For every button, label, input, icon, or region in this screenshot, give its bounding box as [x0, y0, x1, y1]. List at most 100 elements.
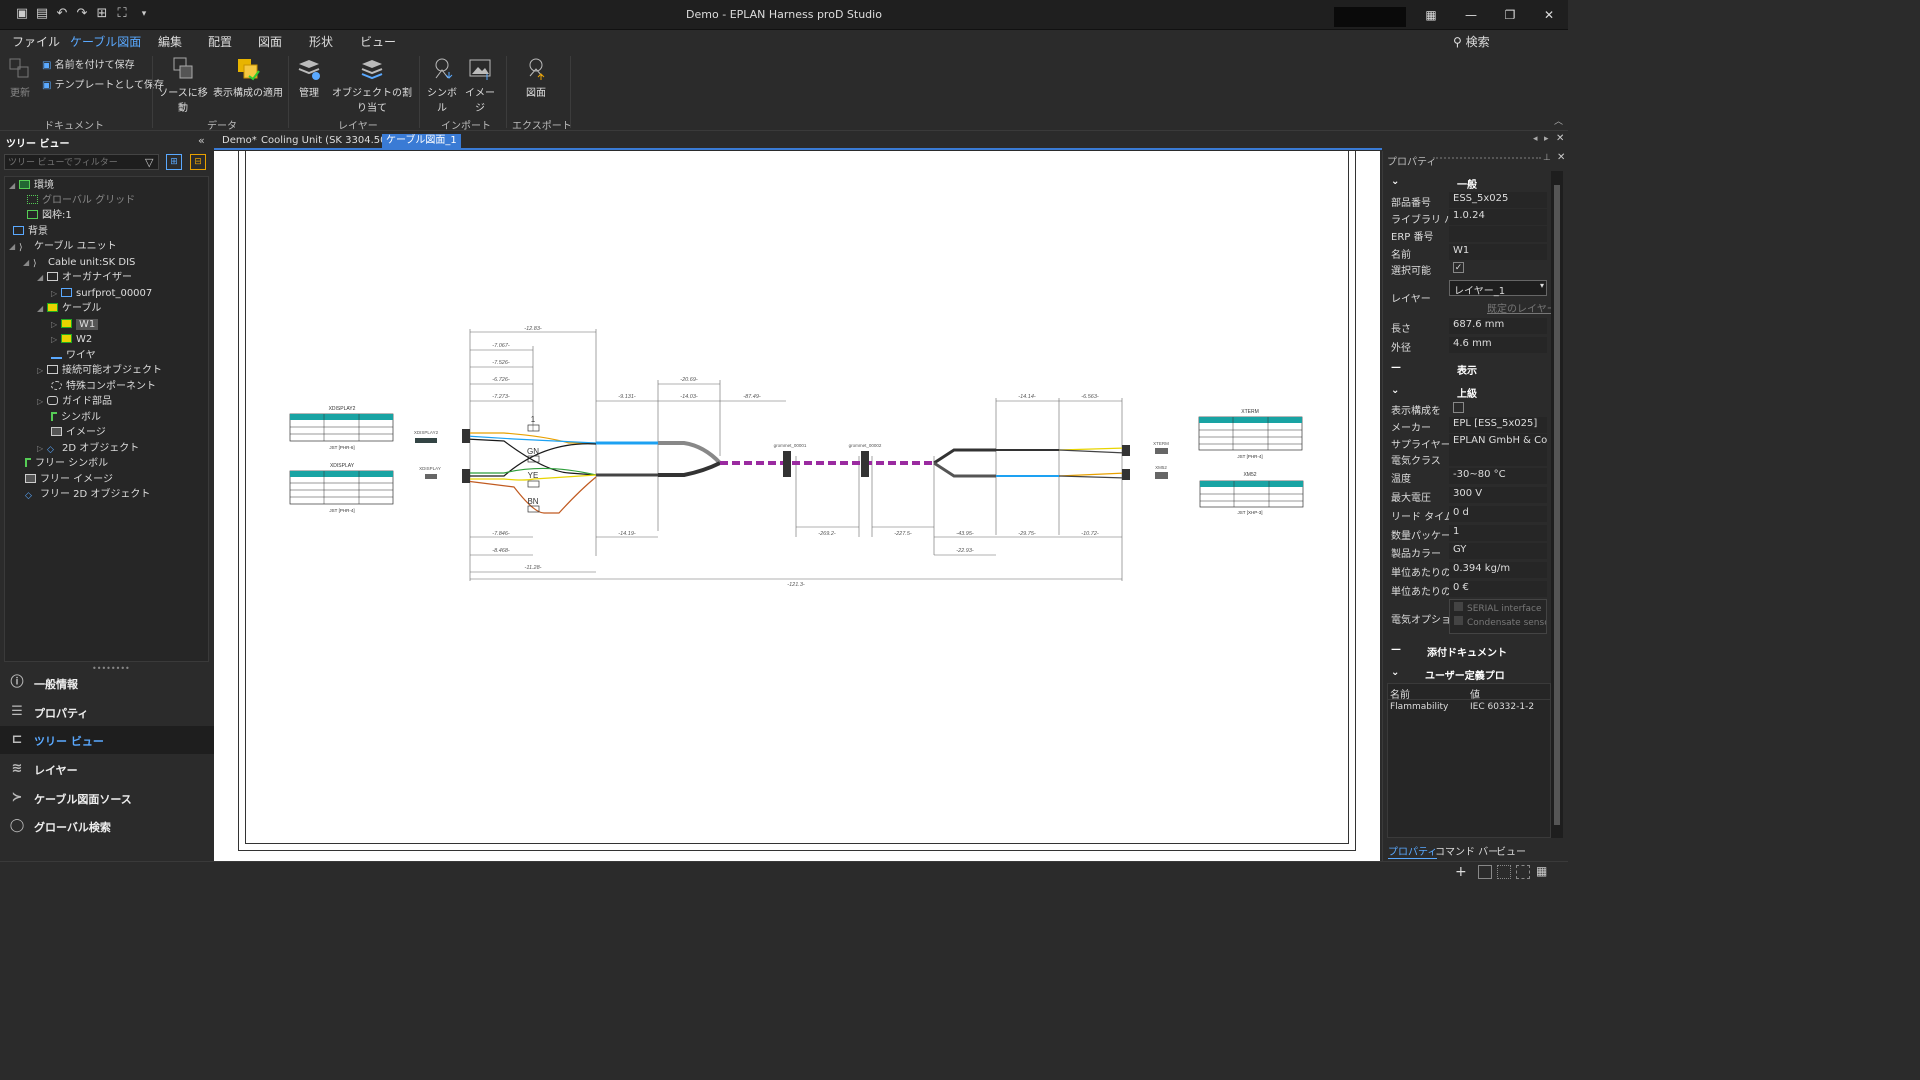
layer-select[interactable]: レイヤー_1 ▾: [1449, 280, 1547, 297]
menu-file[interactable]: ファイル: [12, 33, 60, 50]
nav-properties[interactable]: ☰ プロパティ: [0, 698, 214, 726]
tree-node[interactable]: ◢ ⟩ Cable unit:SK DIS: [23, 256, 135, 270]
erp-field[interactable]: [1449, 226, 1547, 242]
tree-node[interactable]: ◢ ⟩ ケーブル ユニット: [9, 240, 117, 254]
supplier-field[interactable]: EPLAN GmbH & Co. K: [1449, 434, 1547, 450]
option-item[interactable]: Condensate sensor: [1450, 616, 1546, 628]
collapse-ribbon-icon[interactable]: ︿: [1554, 114, 1563, 127]
connector-table-xterm[interactable]: XTERM JST [PHR-4]: [1198, 409, 1303, 459]
tree-node-selected[interactable]: ▷ W1: [51, 318, 99, 332]
pin-icon[interactable]: ⊥: [1543, 153, 1551, 163]
part-number-field[interactable]: ESS_5x025: [1449, 192, 1547, 208]
tree-node[interactable]: ◢ 環境: [9, 179, 54, 193]
option-item[interactable]: SERIAL interface: [1450, 600, 1546, 616]
frame-view-icon[interactable]: [1478, 865, 1492, 879]
close-panel-icon[interactable]: ✕: [1557, 152, 1565, 163]
option-checkbox[interactable]: [1454, 616, 1463, 625]
connector-table-xdisplay2[interactable]: XDISPLAY2 JST [PHR-6]: [289, 406, 394, 450]
nav-general-info[interactable]: ⓘ 一般情報: [0, 669, 214, 697]
maker-field[interactable]: EPL [ESS_5x025]: [1449, 417, 1547, 433]
filter-icon[interactable]: ▽: [145, 156, 153, 169]
temperature-field[interactable]: -30~80 °C: [1449, 468, 1547, 484]
menu-drawing[interactable]: 図面: [258, 33, 282, 50]
import-symbol-button[interactable]: シンボル: [424, 56, 460, 114]
tree-node[interactable]: ▷ ◇ 2D オブジェクト: [37, 442, 139, 456]
library-version-field[interactable]: 1.0.24: [1449, 209, 1547, 225]
unit-weight-field[interactable]: 0.394 kg/m: [1449, 562, 1547, 578]
minimize-icon[interactable]: —: [1456, 6, 1486, 24]
expand-arrow-icon[interactable]: ▷: [51, 318, 61, 332]
electrical-class-field[interactable]: [1449, 450, 1547, 466]
tree-node[interactable]: ◢ ケーブル: [37, 302, 101, 316]
outer-diameter-field[interactable]: 4.6 mm: [1449, 337, 1547, 353]
tab-cable-drawing[interactable]: ケーブル図面_1: [382, 134, 461, 150]
tree-node[interactable]: フリー イメージ: [25, 473, 113, 487]
drawing-canvas[interactable]: XDISPLAY2 JST [PHR-6] XDISPLAY JST [PHR-…: [214, 151, 1380, 861]
grid-view-icon[interactable]: [1497, 865, 1511, 879]
tree-node[interactable]: ◇ フリー 2D オブジェクト: [25, 488, 150, 502]
manage-button[interactable]: 管理: [294, 56, 324, 99]
menu-shape[interactable]: 形状: [309, 33, 333, 50]
display-config-checkbox[interactable]: [1453, 402, 1464, 413]
connector-table-xm52[interactable]: XM52 JST [XHP-3]: [1199, 472, 1304, 515]
collapse-arrow-icon[interactable]: ◢: [9, 240, 19, 254]
collapse-arrow-icon[interactable]: ◢: [37, 302, 47, 316]
tree-node[interactable]: イメージ: [51, 426, 106, 440]
tree-node[interactable]: ▷ 接続可能オブジェクト: [37, 364, 162, 378]
table-cell[interactable]: Flammability: [1390, 702, 1448, 712]
nav-tree-view[interactable]: ⊏ ツリー ビュー: [0, 726, 214, 754]
electrical-options-list[interactable]: SERIAL interface Condensate sensor: [1449, 599, 1547, 634]
update-button[interactable]: 更新: [6, 56, 34, 99]
tree-node[interactable]: ◢ オーガナイザー: [37, 271, 132, 285]
expand-arrow-icon[interactable]: ▷: [37, 395, 47, 409]
tree-node[interactable]: ワイヤ: [51, 349, 96, 363]
collapse-panel-icon[interactable]: «: [198, 134, 205, 147]
tab-properties[interactable]: プロパティ: [1388, 843, 1438, 859]
menu-view[interactable]: ビュー: [360, 33, 396, 50]
tree-node[interactable]: 特殊コンポーネント: [51, 380, 156, 394]
length-field[interactable]: 687.6 mm: [1449, 318, 1547, 334]
plug-xm52[interactable]: [1155, 472, 1168, 479]
crosshair-icon[interactable]: +: [1455, 864, 1467, 880]
close-icon[interactable]: ✕: [1534, 6, 1564, 24]
nav-cable-drawing-source[interactable]: ≻ ケーブル図面ソース: [0, 784, 214, 812]
selectable-checkbox[interactable]: ✓: [1453, 262, 1464, 273]
plug-xdisplay2[interactable]: [415, 438, 437, 443]
max-voltage-field[interactable]: 300 V: [1449, 487, 1547, 503]
tab-demo[interactable]: Demo*: [218, 134, 261, 150]
tab-command-bar[interactable]: コマンド バー: [1435, 843, 1498, 858]
save-template-button[interactable]: ▣ テンプレートとして保存: [42, 76, 164, 91]
expand-arrow-icon[interactable]: ▷: [37, 364, 47, 378]
tab-close-icon[interactable]: ✕: [1556, 133, 1564, 144]
tab-next-icon[interactable]: ▸: [1544, 134, 1549, 144]
name-field[interactable]: W1: [1449, 244, 1547, 260]
collapse-arrow-icon[interactable]: ◢: [9, 179, 19, 193]
properties-scrollbar[interactable]: [1551, 171, 1563, 838]
expand-arrow-icon[interactable]: ▷: [37, 442, 47, 456]
save-as-button[interactable]: ▣ 名前を付けて保存: [42, 56, 135, 71]
tree-filter-input[interactable]: [4, 154, 159, 170]
default-layer-link[interactable]: 既定のレイヤー: [1487, 300, 1557, 315]
connector-table-xdisplay[interactable]: XDISPLAY JST [PHR-4]: [289, 463, 394, 513]
plug-xterm[interactable]: [1155, 448, 1168, 454]
apply-config-button[interactable]: 表示構成の適用: [213, 56, 283, 99]
grommets[interactable]: grommet_00001 grommet_00002: [774, 443, 882, 477]
table-view-icon[interactable]: ▦: [1536, 864, 1547, 878]
tree-node[interactable]: 背景: [13, 225, 48, 239]
color-field[interactable]: GY: [1449, 543, 1547, 559]
search-menu[interactable]: ⚲ 検索: [1453, 33, 1490, 50]
tree-node[interactable]: ▷ surfprot_00007: [51, 287, 152, 301]
assign-object-button[interactable]: オブジェクトの割り当て: [328, 56, 416, 114]
expand-arrow-icon[interactable]: ▷: [51, 333, 61, 347]
tree-node[interactable]: ▷ W2: [51, 333, 92, 347]
expand-arrow-icon[interactable]: ▷: [51, 287, 61, 301]
import-image-button[interactable]: イメージ: [462, 56, 498, 114]
collapse-tree-icon[interactable]: ⊟: [190, 154, 206, 170]
tree-node[interactable]: シンボル: [51, 411, 101, 425]
export-drawing-button[interactable]: 図面: [518, 56, 554, 99]
tree-node[interactable]: 図枠:1: [27, 209, 72, 223]
unit-price-field[interactable]: 0 €: [1449, 581, 1547, 597]
tree-node[interactable]: ▷ ガイド部品: [37, 395, 112, 409]
lead-time-field[interactable]: 0 d: [1449, 506, 1547, 522]
nav-layers[interactable]: ≋ レイヤー: [0, 755, 214, 783]
